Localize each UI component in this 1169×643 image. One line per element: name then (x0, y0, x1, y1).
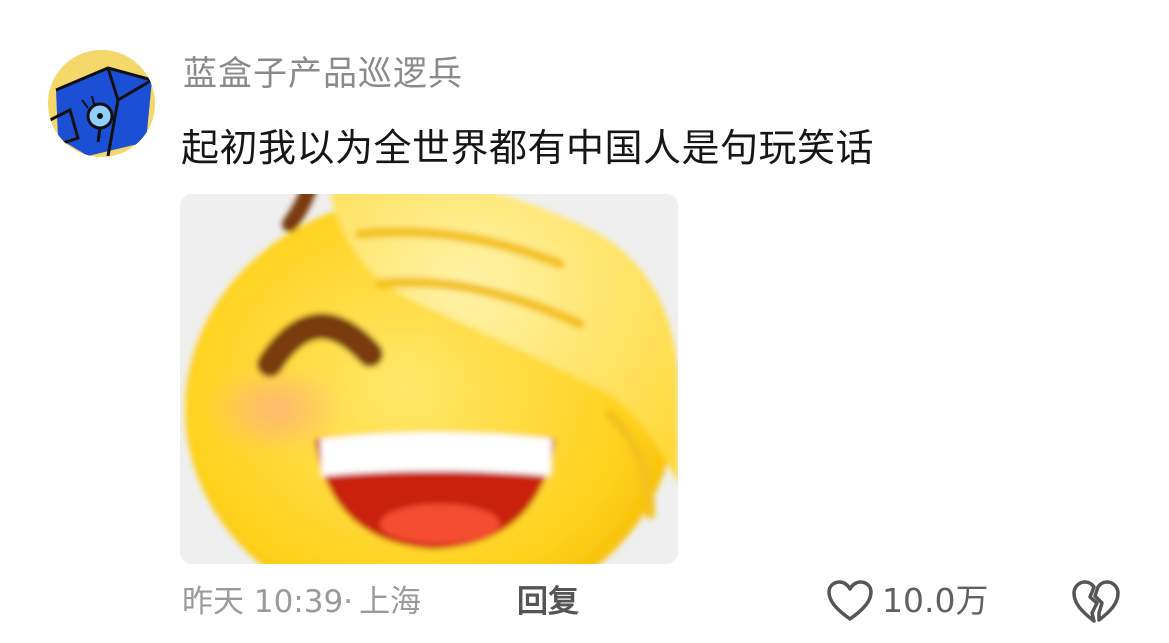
like-button[interactable]: 10.0万 (826, 577, 988, 625)
dislike-button[interactable] (1071, 579, 1121, 625)
avatar[interactable] (48, 50, 155, 157)
comment-meta: 昨天 10:39· 上海 (182, 580, 421, 624)
timestamp: 昨天 10:39 (182, 584, 344, 620)
reply-button[interactable]: 回复 (517, 580, 579, 624)
sticker-image[interactable] (180, 194, 678, 564)
comment-item: 蓝盒子产品巡逻兵 起初我以为全世界都有中国人是句玩笑话 昨天 10:39· 上海… (0, 0, 1169, 643)
comment-text: 起初我以为全世界都有中国人是句玩笑话 (181, 126, 875, 170)
ip-location: 上海 (359, 584, 422, 620)
meta-separator: · (343, 584, 354, 620)
heart-outline-icon (827, 580, 873, 621)
blue-cube-avatar-icon (48, 50, 155, 157)
face-palm-laughing-emoji-icon (180, 194, 678, 564)
like-count: 10.0万 (882, 581, 989, 620)
broken-heart-icon (1072, 580, 1120, 623)
username[interactable]: 蓝盒子产品巡逻兵 (183, 52, 463, 96)
